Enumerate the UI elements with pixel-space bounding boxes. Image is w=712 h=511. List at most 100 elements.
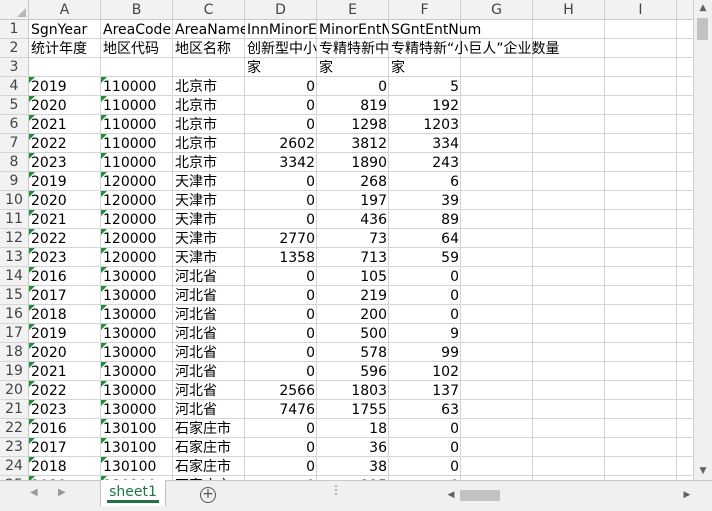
cell-a24[interactable]: 2018 (29, 457, 101, 476)
cell-b18[interactable]: 130000 (101, 343, 173, 362)
cell-c21[interactable]: 河北省 (173, 400, 245, 419)
column-header-d[interactable]: D (245, 0, 317, 20)
cell-b8[interactable]: 110000 (101, 153, 173, 172)
cell-c10[interactable]: 天津市 (173, 191, 245, 210)
cell-f5[interactable]: 192 (389, 96, 461, 115)
cell-f21[interactable]: 63 (389, 400, 461, 419)
cell-f7[interactable]: 334 (389, 134, 461, 153)
cell-e19[interactable]: 596 (317, 362, 389, 381)
cell-f20[interactable]: 137 (389, 381, 461, 400)
cell-e13[interactable]: 713 (317, 248, 389, 267)
row-header-20[interactable]: 20 (0, 381, 28, 400)
cell-c19[interactable]: 河北省 (173, 362, 245, 381)
row-header-24[interactable]: 24 (0, 457, 28, 476)
cell-b13[interactable]: 120000 (101, 248, 173, 267)
scroll-right-icon[interactable]: ▶ (680, 487, 694, 504)
column-header-f[interactable]: F (389, 0, 461, 20)
row-header-13[interactable]: 13 (0, 248, 28, 267)
row-header-12[interactable]: 12 (0, 229, 28, 248)
row-header-5[interactable]: 5 (0, 96, 28, 115)
row-header-8[interactable]: 8 (0, 153, 28, 172)
cell-c17[interactable]: 河北省 (173, 324, 245, 343)
cell-e21[interactable]: 1755 (317, 400, 389, 419)
row-header-10[interactable]: 10 (0, 191, 28, 210)
cell-f11[interactable]: 89 (389, 210, 461, 229)
cell-a17[interactable]: 2019 (29, 324, 101, 343)
row-header-6[interactable]: 6 (0, 115, 28, 134)
row-header-16[interactable]: 16 (0, 305, 28, 324)
horizontal-scroll-thumb[interactable] (460, 490, 500, 501)
cell-a7[interactable]: 2022 (29, 134, 101, 153)
cell-c11[interactable]: 天津市 (173, 210, 245, 229)
cell-a2[interactable]: 统计年度 (29, 39, 101, 58)
cell-f1[interactable]: SGntEntNum (389, 20, 533, 39)
cell-b1[interactable]: AreaCode (101, 20, 173, 39)
cell-b5[interactable]: 110000 (101, 96, 173, 115)
cell-d22[interactable]: 0 (245, 419, 317, 438)
cell-a8[interactable]: 2023 (29, 153, 101, 172)
cell-b7[interactable]: 110000 (101, 134, 173, 153)
row-header-9[interactable]: 9 (0, 172, 28, 191)
cell-f12[interactable]: 64 (389, 229, 461, 248)
cell-d9[interactable]: 0 (245, 172, 317, 191)
row-header-17[interactable]: 17 (0, 324, 28, 343)
cell-b23[interactable]: 130100 (101, 438, 173, 457)
cell-d13[interactable]: 1358 (245, 248, 317, 267)
select-all-corner[interactable] (0, 0, 29, 20)
cell-a1[interactable]: SgnYear (29, 20, 101, 39)
cell-a15[interactable]: 2017 (29, 286, 101, 305)
vertical-scroll-thumb[interactable] (697, 18, 708, 40)
cell-c15[interactable]: 河北省 (173, 286, 245, 305)
prev-sheet-icon[interactable]: ◀ (30, 487, 38, 498)
cell-d8[interactable]: 3342 (245, 153, 317, 172)
row-header-23[interactable]: 23 (0, 438, 28, 457)
cell-b11[interactable]: 120000 (101, 210, 173, 229)
cell-f19[interactable]: 102 (389, 362, 461, 381)
cell-e1[interactable]: MinorEntN (317, 20, 389, 39)
cell-f14[interactable]: 0 (389, 267, 461, 286)
row-header-4[interactable]: 4 (0, 77, 28, 96)
row-header-7[interactable]: 7 (0, 134, 28, 153)
cell-c22[interactable]: 石家庄市 (173, 419, 245, 438)
cell-e22[interactable]: 18 (317, 419, 389, 438)
cell-c1[interactable]: AreaName (173, 20, 245, 39)
cell-d18[interactable]: 0 (245, 343, 317, 362)
cell-c24[interactable]: 石家庄市 (173, 457, 245, 476)
cell-d19[interactable]: 0 (245, 362, 317, 381)
cell-e7[interactable]: 3812 (317, 134, 389, 153)
cell-f10[interactable]: 39 (389, 191, 461, 210)
cell-f24[interactable]: 0 (389, 457, 461, 476)
cell-c5[interactable]: 北京市 (173, 96, 245, 115)
row-header-15[interactable]: 15 (0, 286, 28, 305)
row-header-2[interactable]: 2 (0, 39, 28, 58)
cell-a20[interactable]: 2022 (29, 381, 101, 400)
cell-d4[interactable]: 0 (245, 77, 317, 96)
cell-a6[interactable]: 2021 (29, 115, 101, 134)
cell-d2[interactable]: 创新型中小 (245, 39, 317, 58)
ellipsis-icon[interactable]: ⋮ (330, 483, 343, 497)
cell-e6[interactable]: 1298 (317, 115, 389, 134)
row-header-14[interactable]: 14 (0, 267, 28, 286)
cell-c13[interactable]: 天津市 (173, 248, 245, 267)
cell-e20[interactable]: 1803 (317, 381, 389, 400)
cell-d15[interactable]: 0 (245, 286, 317, 305)
scroll-down-icon[interactable]: ▼ (694, 463, 712, 480)
cell-e12[interactable]: 73 (317, 229, 389, 248)
cell-a13[interactable]: 2023 (29, 248, 101, 267)
cell-f17[interactable]: 9 (389, 324, 461, 343)
cell-c14[interactable]: 河北省 (173, 267, 245, 286)
cell-a14[interactable]: 2016 (29, 267, 101, 286)
cell-b17[interactable]: 130000 (101, 324, 173, 343)
cell-b10[interactable]: 120000 (101, 191, 173, 210)
cell-d7[interactable]: 2602 (245, 134, 317, 153)
cell-b19[interactable]: 130000 (101, 362, 173, 381)
cell-a9[interactable]: 2019 (29, 172, 101, 191)
column-header-h[interactable]: H (533, 0, 605, 20)
cell-a12[interactable]: 2022 (29, 229, 101, 248)
cell-b14[interactable]: 130000 (101, 267, 173, 286)
cell-d14[interactable]: 0 (245, 267, 317, 286)
cell-f16[interactable]: 0 (389, 305, 461, 324)
column-header-g[interactable]: G (461, 0, 533, 20)
cell-a18[interactable]: 2020 (29, 343, 101, 362)
cell-a16[interactable]: 2018 (29, 305, 101, 324)
